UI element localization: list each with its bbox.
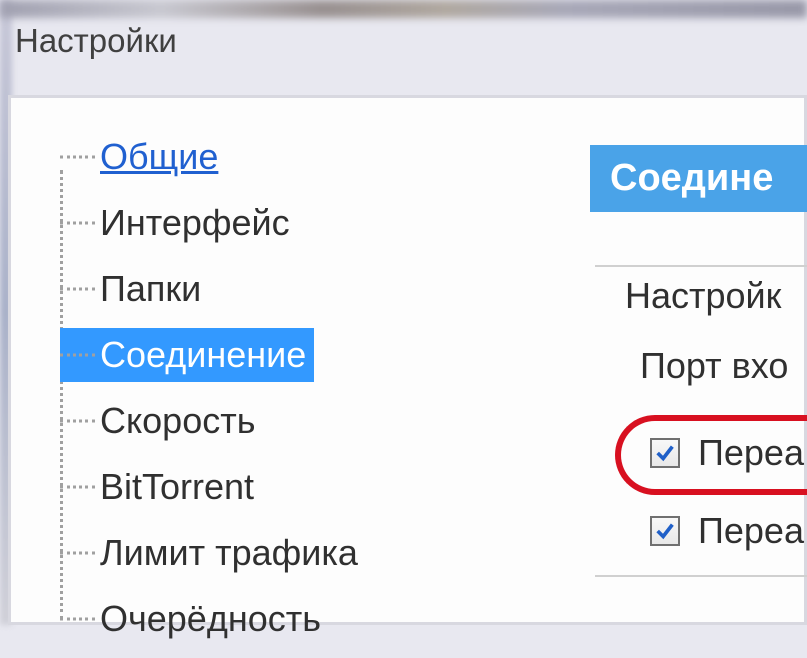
tree-item-general[interactable]: Общие	[60, 130, 226, 184]
settings-tree: Общие Интерфейс Папки Соединение Скорост…	[60, 130, 490, 658]
tree-item-traffic-limit[interactable]: Лимит трафика	[60, 526, 366, 580]
tree-item-bittorrent[interactable]: BitTorrent	[60, 460, 262, 514]
section-title: Соедине	[590, 145, 807, 212]
natpmp-checkbox-row[interactable]: Переа	[650, 510, 804, 552]
port-label: Порт вхо	[640, 345, 788, 387]
tree-item-label: BitTorrent	[100, 466, 254, 507]
tree-item-label: Соединение	[100, 334, 306, 375]
tree-item-speed[interactable]: Скорость	[60, 394, 263, 448]
groupbox-line	[595, 265, 807, 267]
tree-branch-icon	[60, 618, 95, 621]
checkbox-label: Переа	[698, 510, 804, 552]
tree-item-folders[interactable]: Папки	[60, 262, 209, 316]
tree-item-label: Очерёдность	[100, 598, 321, 639]
tree-item-connection[interactable]: Соединение	[60, 328, 314, 382]
checkbox-icon[interactable]	[650, 438, 680, 468]
tree-item-interface[interactable]: Интерфейс	[60, 196, 298, 250]
section-header-bar: Соедине	[590, 145, 807, 212]
checkbox-label: Переа	[698, 432, 804, 474]
tree-item-label: Общие	[100, 136, 218, 177]
tree-branch-icon	[60, 420, 95, 423]
tree-item-label: Папки	[100, 268, 201, 309]
groupbox-line	[595, 575, 807, 577]
tree-branch-icon	[60, 552, 95, 555]
checkmark-icon	[654, 520, 676, 542]
window-title: Настройки	[15, 22, 177, 60]
groupbox-label: Настройк	[625, 275, 781, 317]
checkmark-icon	[654, 442, 676, 464]
tree-item-label: Интерфейс	[100, 202, 290, 243]
tree-item-queue[interactable]: Очерёдность	[60, 592, 329, 646]
tree-item-label: Лимит трафика	[100, 532, 358, 573]
tree-branch-icon	[60, 288, 95, 291]
titlebar-blur	[0, 0, 807, 18]
tree-branch-icon	[60, 222, 95, 225]
tree-branch-icon	[60, 156, 95, 159]
upnp-checkbox-row[interactable]: Переа	[650, 432, 804, 474]
tree-branch-icon	[60, 354, 95, 357]
checkbox-icon[interactable]	[650, 516, 680, 546]
tree-item-label: Скорость	[100, 400, 255, 441]
tree-branch-icon	[60, 486, 95, 489]
